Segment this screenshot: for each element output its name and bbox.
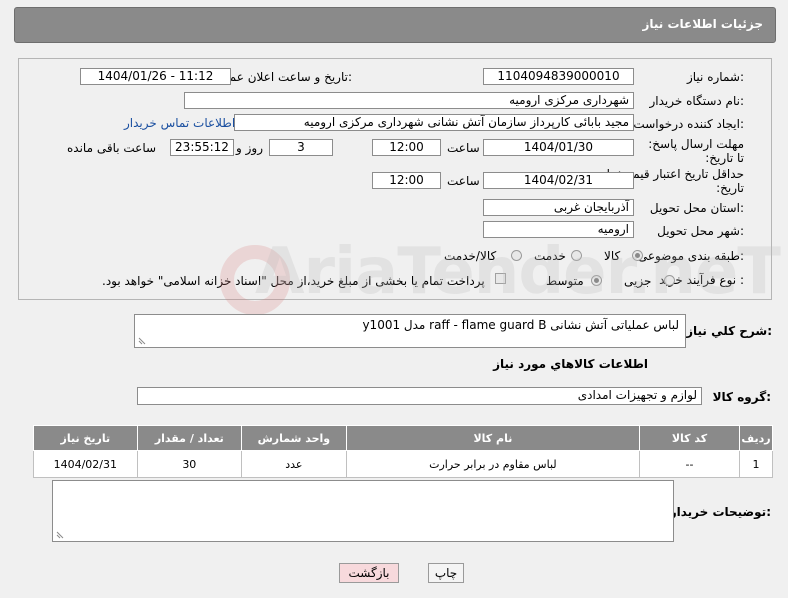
city-field: ارومیه (483, 221, 634, 238)
deadline-date-field: 1404/01/30 (483, 139, 634, 156)
deadline-label: مهلت ارسال پاسخ: تا تاریخ: (648, 137, 744, 165)
price-time-label: ساعت (447, 174, 480, 188)
col-row-number: ردیف (739, 425, 773, 451)
process-radio-medium[interactable] (591, 275, 602, 286)
treasury-payment-checkbox[interactable] (495, 273, 506, 284)
days-label: روز و (236, 141, 263, 155)
price-time-field: 12:00 (372, 172, 441, 189)
province-label: استان محل تحویل: (649, 201, 744, 215)
deadline-time-label: ساعت (447, 141, 480, 155)
cell-unit: عدد (240, 450, 347, 478)
announce-field: 1404/01/26 - 11:12 (80, 68, 231, 85)
deadline-time-field: 12:00 (372, 139, 441, 156)
buyer-org-label: نام دستگاه خریدار: (649, 94, 745, 108)
resize-grip-icon (56, 531, 64, 539)
cell-goods-name: لباس مقاوم در برابر حرارت (345, 450, 641, 478)
requester-field: مجید بابائی کارپرداز سازمان آتش نشانی شه… (234, 114, 634, 131)
summary-textarea[interactable]: لباس عملیاتی آتش نشانی raff - flame guar… (134, 314, 686, 348)
col-need-date: تاریخ نیاز (33, 425, 138, 451)
category-radio-service[interactable] (571, 250, 582, 261)
category-option-goods: کالا (604, 249, 621, 263)
print-button[interactable]: چاپ (428, 563, 464, 583)
summary-text: لباس عملیاتی آتش نشانی raff - flame guar… (362, 318, 679, 332)
goods-group-label: گروه کالا: (712, 390, 771, 404)
page-header: جزئیات اطلاعات نیاز (14, 7, 776, 43)
remaining-label: ساعت باقی مانده (67, 141, 157, 155)
buyer-contact-link[interactable]: اطلاعات تماس خریدار (124, 116, 235, 130)
city-label: شهر محل تحویل: (657, 224, 744, 238)
cell-quantity: 30 (136, 450, 242, 478)
goods-group-field: لوازم و تجهیزات امدادی (137, 387, 702, 405)
buyer-org-field: شهرداری مرکزی ارومیه (184, 92, 634, 109)
need-number-label: شماره نیاز: (686, 70, 744, 84)
treasury-payment-note: پرداخت تمام یا بخشی از مبلغ خرید،از محل … (102, 274, 485, 288)
table-row: 1 -- لباس مقاوم در برابر حرارت عدد 30 14… (33, 450, 773, 478)
page-title: جزئیات اطلاعات نیاز (642, 17, 763, 31)
back-button[interactable]: بازگشت (339, 563, 399, 583)
cell-need-date: 1404/02/31 (33, 450, 138, 478)
province-field: آذربایجان غربی (483, 199, 634, 216)
col-unit: واحد شمارش (240, 425, 347, 451)
col-goods-code: کد کالا (638, 425, 741, 451)
resize-grip-icon (138, 337, 146, 345)
goods-info-title: اطلاعات كالاهاي مورد نياز (493, 357, 648, 371)
buyer-notes-textarea[interactable] (52, 480, 674, 542)
table-header-row: ردیف کد کالا نام کالا واحد شمارش تعداد /… (33, 425, 773, 451)
buyer-notes-label: توضیحات خریدار: (669, 505, 771, 519)
requester-label: ایجاد کننده درخواست: (633, 117, 744, 131)
goods-table: ردیف کد کالا نام کالا واحد شمارش تعداد /… (33, 425, 773, 478)
category-label: طبقه بندی موضوعی: (637, 249, 744, 263)
process-option-medium: متوسط (546, 274, 584, 288)
category-option-service: خدمت (534, 249, 566, 263)
process-option-minor: جزیی (624, 274, 652, 288)
process-radio-minor[interactable] (664, 275, 675, 286)
need-number-field: 1104094839000010 (483, 68, 634, 85)
days-field: 3 (269, 139, 333, 156)
cell-goods-code: -- (638, 450, 741, 478)
col-goods-name: نام کالا (345, 425, 641, 451)
col-quantity: تعداد / مقدار (136, 425, 242, 451)
price-date-field: 1404/02/31 (483, 172, 634, 189)
category-radio-goods-service[interactable] (511, 250, 522, 261)
category-radio-goods[interactable] (632, 250, 643, 261)
summary-label: شرح كلي نياز: (686, 324, 772, 338)
remaining-time-field: 23:55:12 (170, 139, 234, 156)
category-option-goods-service: کالا/خدمت (444, 249, 497, 263)
cell-row-number: 1 (739, 450, 773, 478)
